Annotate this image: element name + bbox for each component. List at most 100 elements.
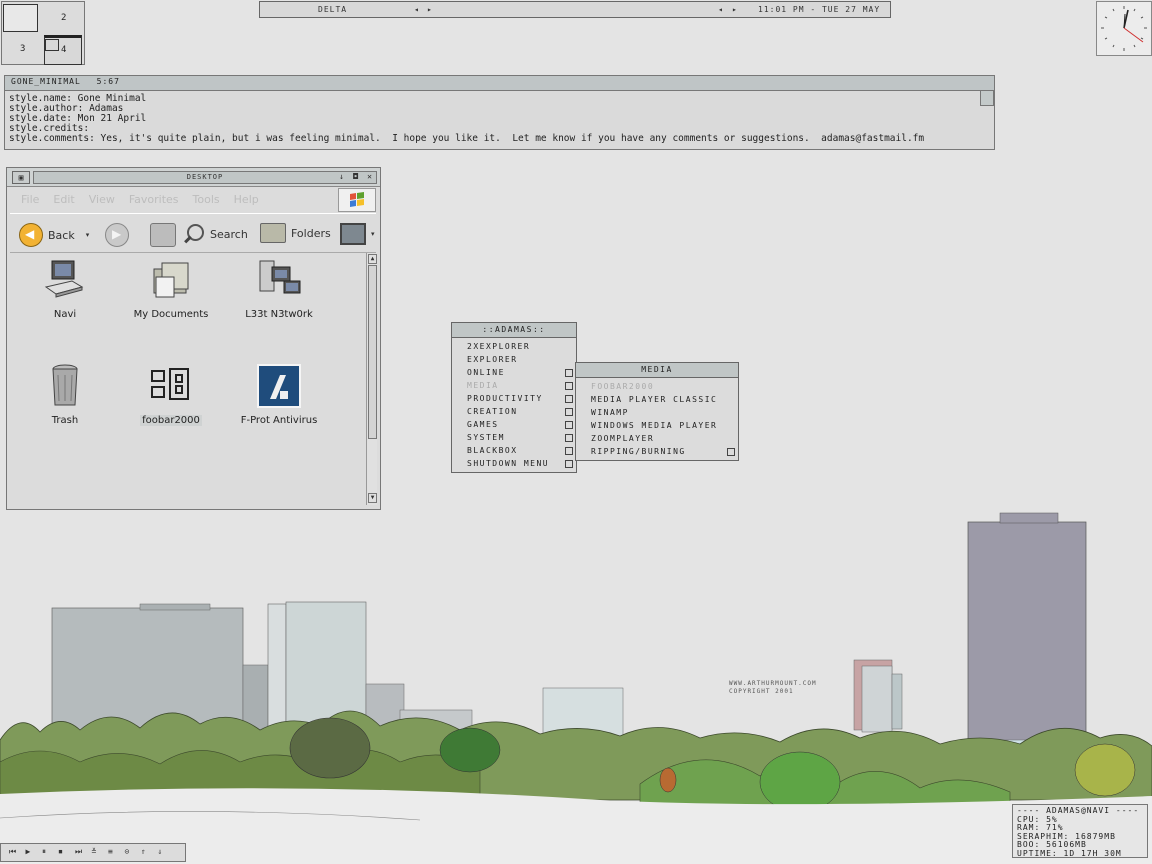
desktop-icon-trash[interactable]: Trash [15,363,115,426]
up-folder-button[interactable] [150,223,176,247]
workspace-3[interactable]: 3 [2,33,42,63]
menu-item[interactable]: GAMES [452,418,576,431]
menu-item[interactable]: WINDOWS MEDIA PLAYER [576,419,738,432]
menu-view[interactable]: View [89,193,115,206]
menu-item-label: CREATION [467,407,518,416]
next-workspace-button[interactable]: ▸ [427,5,433,14]
minimize-icon[interactable]: ↓ [336,171,347,182]
menu-item[interactable]: PRODUCTIVITY [452,392,576,405]
workspace-4[interactable]: 4 [43,33,83,65]
computer-icon [42,257,88,303]
media-control-button[interactable]: ⊙ [125,847,130,856]
icon-label: L33t N3tw0rk [245,309,313,320]
menu-tools[interactable]: Tools [193,193,220,206]
menu-item-label: WINDOWS MEDIA PLAYER [591,421,718,430]
back-dropdown-icon[interactable]: ▾ [86,231,90,239]
desktop-icon-my-documents[interactable]: My Documents [121,257,221,320]
style-window-titlebar[interactable]: GONE_MINIMAL 5:67 [5,76,994,91]
menu-item[interactable]: FOOBAR2000 [576,380,738,393]
root-menu[interactable]: ::ADAMAS:: 2XEXPLOREREXPLORERONLINE MEDIA… [451,322,577,473]
scroll-thumb[interactable] [368,265,377,439]
explorer-scrollbar[interactable]: ▲ ▼ [366,253,377,505]
prev-window-button[interactable]: ◂ [718,5,724,14]
style-line: style.name: Gone Minimal [9,93,147,104]
desktop-icon-foobar2000[interactable]: foobar2000 [121,363,221,426]
menu-item[interactable]: BLACKBOX [452,444,576,457]
folders-button[interactable]: Folders [260,223,331,243]
media-control-button[interactable]: ▶ [26,847,31,856]
menu-item-label: EXPLORER [467,355,518,364]
menu-item-label: BLACKBOX [467,446,518,455]
explorer-menubar[interactable]: File Edit View Favorites Tools Help [21,193,273,206]
workspace-1[interactable] [2,2,42,32]
media-control-button[interactable]: ⇓ [158,847,163,856]
media-control-button[interactable]: ⏸ [42,847,46,857]
back-button[interactable]: ◀ Back ▾ [19,223,89,247]
next-window-button[interactable]: ▸ [732,5,738,14]
scroll-up-icon[interactable]: ▲ [368,254,377,264]
menu-item[interactable]: EXPLORER [452,353,576,366]
submenu-indicator-icon [565,421,573,429]
views-button[interactable]: ▾ [340,223,375,245]
desktop-icon-fprot[interactable]: F-Prot Antivirus [229,363,329,426]
explorer-toolbar[interactable]: ◀ Back ▾ ▶ Search Folders ▾ [10,213,376,253]
menu-item[interactable]: MEDIA PLAYER CLASSIC [576,393,738,406]
menu-item[interactable]: 2XEXPLORER [452,340,576,353]
media-control-button[interactable]: ≡ [108,847,113,856]
style-window-text: style.name: Gone Minimal style.author: Ad… [5,91,994,147]
media-menu[interactable]: MEDIA FOOBAR2000 MEDIA PLAYER CLASSIC WINA… [575,362,739,461]
explorer-titlebar[interactable]: ▣ DESKTOP ↓ ◘ ✕ [7,168,380,187]
workspace-pager[interactable]: 2 3 4 [1,1,85,65]
media-control-button[interactable]: ⏹ [59,847,63,857]
foobar-icon [148,363,194,409]
prev-workspace-button[interactable]: ◂ [414,5,420,14]
menu-item[interactable]: ONLINE [452,366,576,379]
menu-item[interactable]: SYSTEM [452,431,576,444]
wallpaper-skyline [0,500,1152,864]
desktop-icon-pane[interactable]: Navi My Documents L33t N3tw0rk Trash foo… [10,253,364,505]
media-control-button[interactable]: ⇑ [141,847,146,856]
style-window-scrollbar[interactable] [980,90,994,106]
menu-help[interactable]: Help [234,193,259,206]
pager-window[interactable] [45,39,59,51]
menu-favorites[interactable]: Favorites [129,193,179,206]
desktop-icon-navi[interactable]: Navi [15,257,115,320]
style-info-window[interactable]: GONE_MINIMAL 5:67 style.name: Gone Minim… [4,75,995,150]
desktop-icon-network[interactable]: L33t N3tw0rk [229,257,329,320]
media-menu-title[interactable]: MEDIA [576,363,738,378]
media-control-button[interactable]: ⏭ [75,847,82,857]
scroll-down-icon[interactable]: ▼ [368,493,377,503]
menu-file[interactable]: File [21,193,39,206]
forward-button[interactable]: ▶ [105,223,129,247]
root-menu-title[interactable]: ::ADAMAS:: [452,323,576,338]
maximize-icon[interactable]: ◘ [350,171,361,182]
close-icon[interactable]: ✕ [364,171,375,182]
pager-window[interactable] [3,4,38,32]
views-dropdown-icon[interactable]: ▾ [371,230,375,238]
icon-label: My Documents [133,309,209,320]
menu-item[interactable]: WINAMP [576,406,738,419]
style-window-title: GONE_MINIMAL [11,77,81,86]
back-arrow-icon: ◀ [19,223,43,247]
menu-item-label: MEDIA PLAYER CLASSIC [591,395,718,404]
menu-item[interactable]: ZOOMPLAYER [576,432,738,445]
media-control-bar[interactable]: ⏮ ▶ ⏸ ⏹ ⏭ ≚ ≡ ⊙ ⇑ ⇓ [0,843,186,862]
menu-item[interactable]: CREATION [452,405,576,418]
blackbox-toolbar[interactable]: DELTA ◂ ▸ ◂ ▸ 11:01 PM - TUE 27 MAY [259,1,891,18]
menu-item-label: PRODUCTIVITY [467,394,543,403]
media-control-button[interactable]: ⏮ [9,847,16,857]
menu-item[interactable]: MEDIA [452,379,576,392]
search-button[interactable]: Search [183,223,248,245]
explorer-window[interactable]: ▣ DESKTOP ↓ ◘ ✕ File Edit View Favorites Too… [6,167,381,510]
network-icon [256,257,302,303]
submenu-indicator-icon [565,382,573,390]
media-control-button[interactable]: ≚ [92,847,97,856]
menu-edit[interactable]: Edit [53,193,74,206]
explorer-title: DESKTOP [33,171,377,184]
folders-icon [260,223,286,243]
menu-item[interactable]: SHUTDOWN MENU [452,457,576,470]
window-menu-icon[interactable]: ▣ [12,171,30,184]
workspace-2[interactable]: 2 [43,2,83,32]
system-monitor: ---- ADAMAS@NAVI ---- CPU: 5% RAM: 71% S… [1012,804,1148,858]
menu-item[interactable]: RIPPING/BURNING [576,445,738,458]
